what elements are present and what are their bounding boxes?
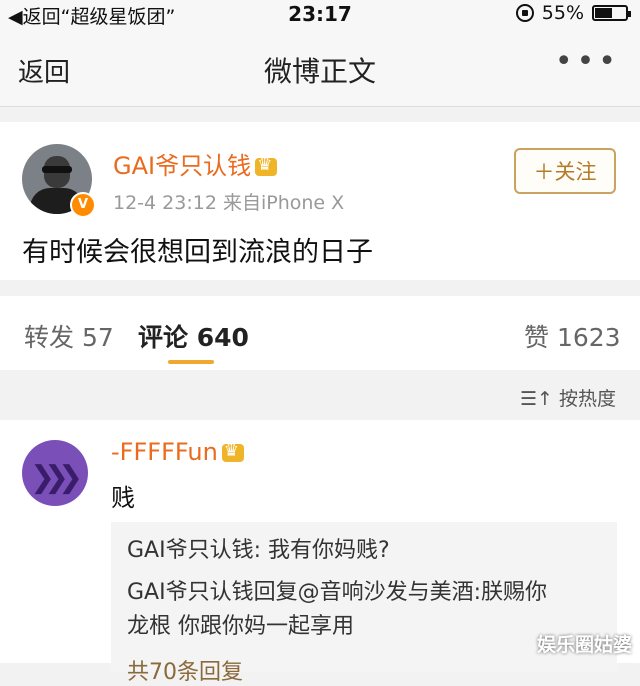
post-tabs: 转发 57 评论 640 赞 1623: [0, 296, 640, 371]
reply-text: 朕赐你: [481, 580, 548, 605]
more-replies-link[interactable]: 共70条回复: [127, 654, 243, 686]
post-timestamp: 12-4 23:12: [113, 192, 217, 214]
tab-comments-label: 评论: [138, 323, 189, 352]
commenter-username[interactable]: -FFFFFun: [111, 438, 244, 466]
status-bar: ◀返回“超级星饭团” 23:17 55%: [0, 0, 640, 30]
status-right: 55%: [515, 2, 631, 24]
battery-fill: [595, 8, 612, 18]
reply-text: 我有你妈贱?: [261, 538, 390, 563]
reply-item: GAI爷只认钱回复@音响沙发与美酒:朕赐你: [127, 576, 547, 610]
avatar-chevron-icon: ❯: [58, 460, 84, 495]
post-text: 有时候会很想回到流浪的日子: [22, 237, 373, 268]
tab-likes-label: 赞: [524, 323, 550, 352]
avatar-glasses: [42, 166, 72, 173]
battery-percent: 55%: [541, 2, 584, 24]
post-meta: 12-4 23:12 来自iPhone X: [113, 188, 344, 215]
weibo-post: V GAI爷只认钱 12-4 23:12 来自iPhone X ＋关注 有时候会…: [0, 122, 640, 280]
sort-button[interactable]: ☰↑ 按热度: [520, 384, 616, 411]
page-title: 微博正文: [263, 55, 376, 88]
commenter-avatar[interactable]: ❯ ❯ ❯: [22, 440, 88, 506]
comment-item: ❯ ❯ ❯ -FFFFFun 贱 GAI爷只认钱: 我有你妈贱? GAI爷只认钱…: [0, 420, 640, 685]
sort-bar: ☰↑ 按热度: [0, 370, 640, 420]
tab-repost-label: 转发: [24, 323, 75, 352]
reply-item: 龙根 你跟你妈一起享用: [127, 610, 354, 644]
tab-likes[interactable]: 赞 1623: [524, 318, 621, 354]
post-source: 来自iPhone X: [222, 192, 345, 214]
commenter-username-text: -FFFFFun: [111, 438, 218, 466]
post-username[interactable]: GAI爷只认钱: [113, 146, 278, 181]
watermark: 娱乐圈姑婆: [536, 634, 632, 656]
crown-icon: [221, 441, 244, 462]
reply-author: GAI爷只认钱回复@音响沙发与美酒:: [127, 580, 481, 605]
battery-icon: [592, 5, 631, 21]
sort-label: 按热度: [558, 388, 616, 410]
verified-icon: V: [70, 192, 96, 218]
crown-icon: [255, 155, 278, 176]
reply-item: GAI爷只认钱: 我有你妈贱?: [127, 534, 390, 568]
tab-likes-count: 1623: [556, 323, 621, 352]
reply-author: GAI爷只认钱:: [127, 538, 261, 563]
follow-button[interactable]: ＋关注: [514, 148, 616, 194]
comment-text: 贱: [111, 484, 135, 512]
reply-text: 龙根 你跟你妈一起享用: [127, 614, 354, 639]
tab-repost[interactable]: 转发 57: [24, 318, 114, 354]
tab-comments[interactable]: 评论 640: [138, 318, 249, 354]
sort-icon: ☰↑: [519, 388, 553, 410]
active-tab-indicator: [168, 360, 214, 364]
nav-bar: 返回 微博正文 •••: [0, 30, 640, 107]
rotation-lock-icon: [515, 4, 534, 22]
more-icon[interactable]: •••: [555, 44, 620, 79]
tab-repost-count: 57: [81, 323, 114, 352]
tab-comments-count: 640: [196, 323, 249, 352]
post-username-text: GAI爷只认钱: [113, 152, 252, 180]
